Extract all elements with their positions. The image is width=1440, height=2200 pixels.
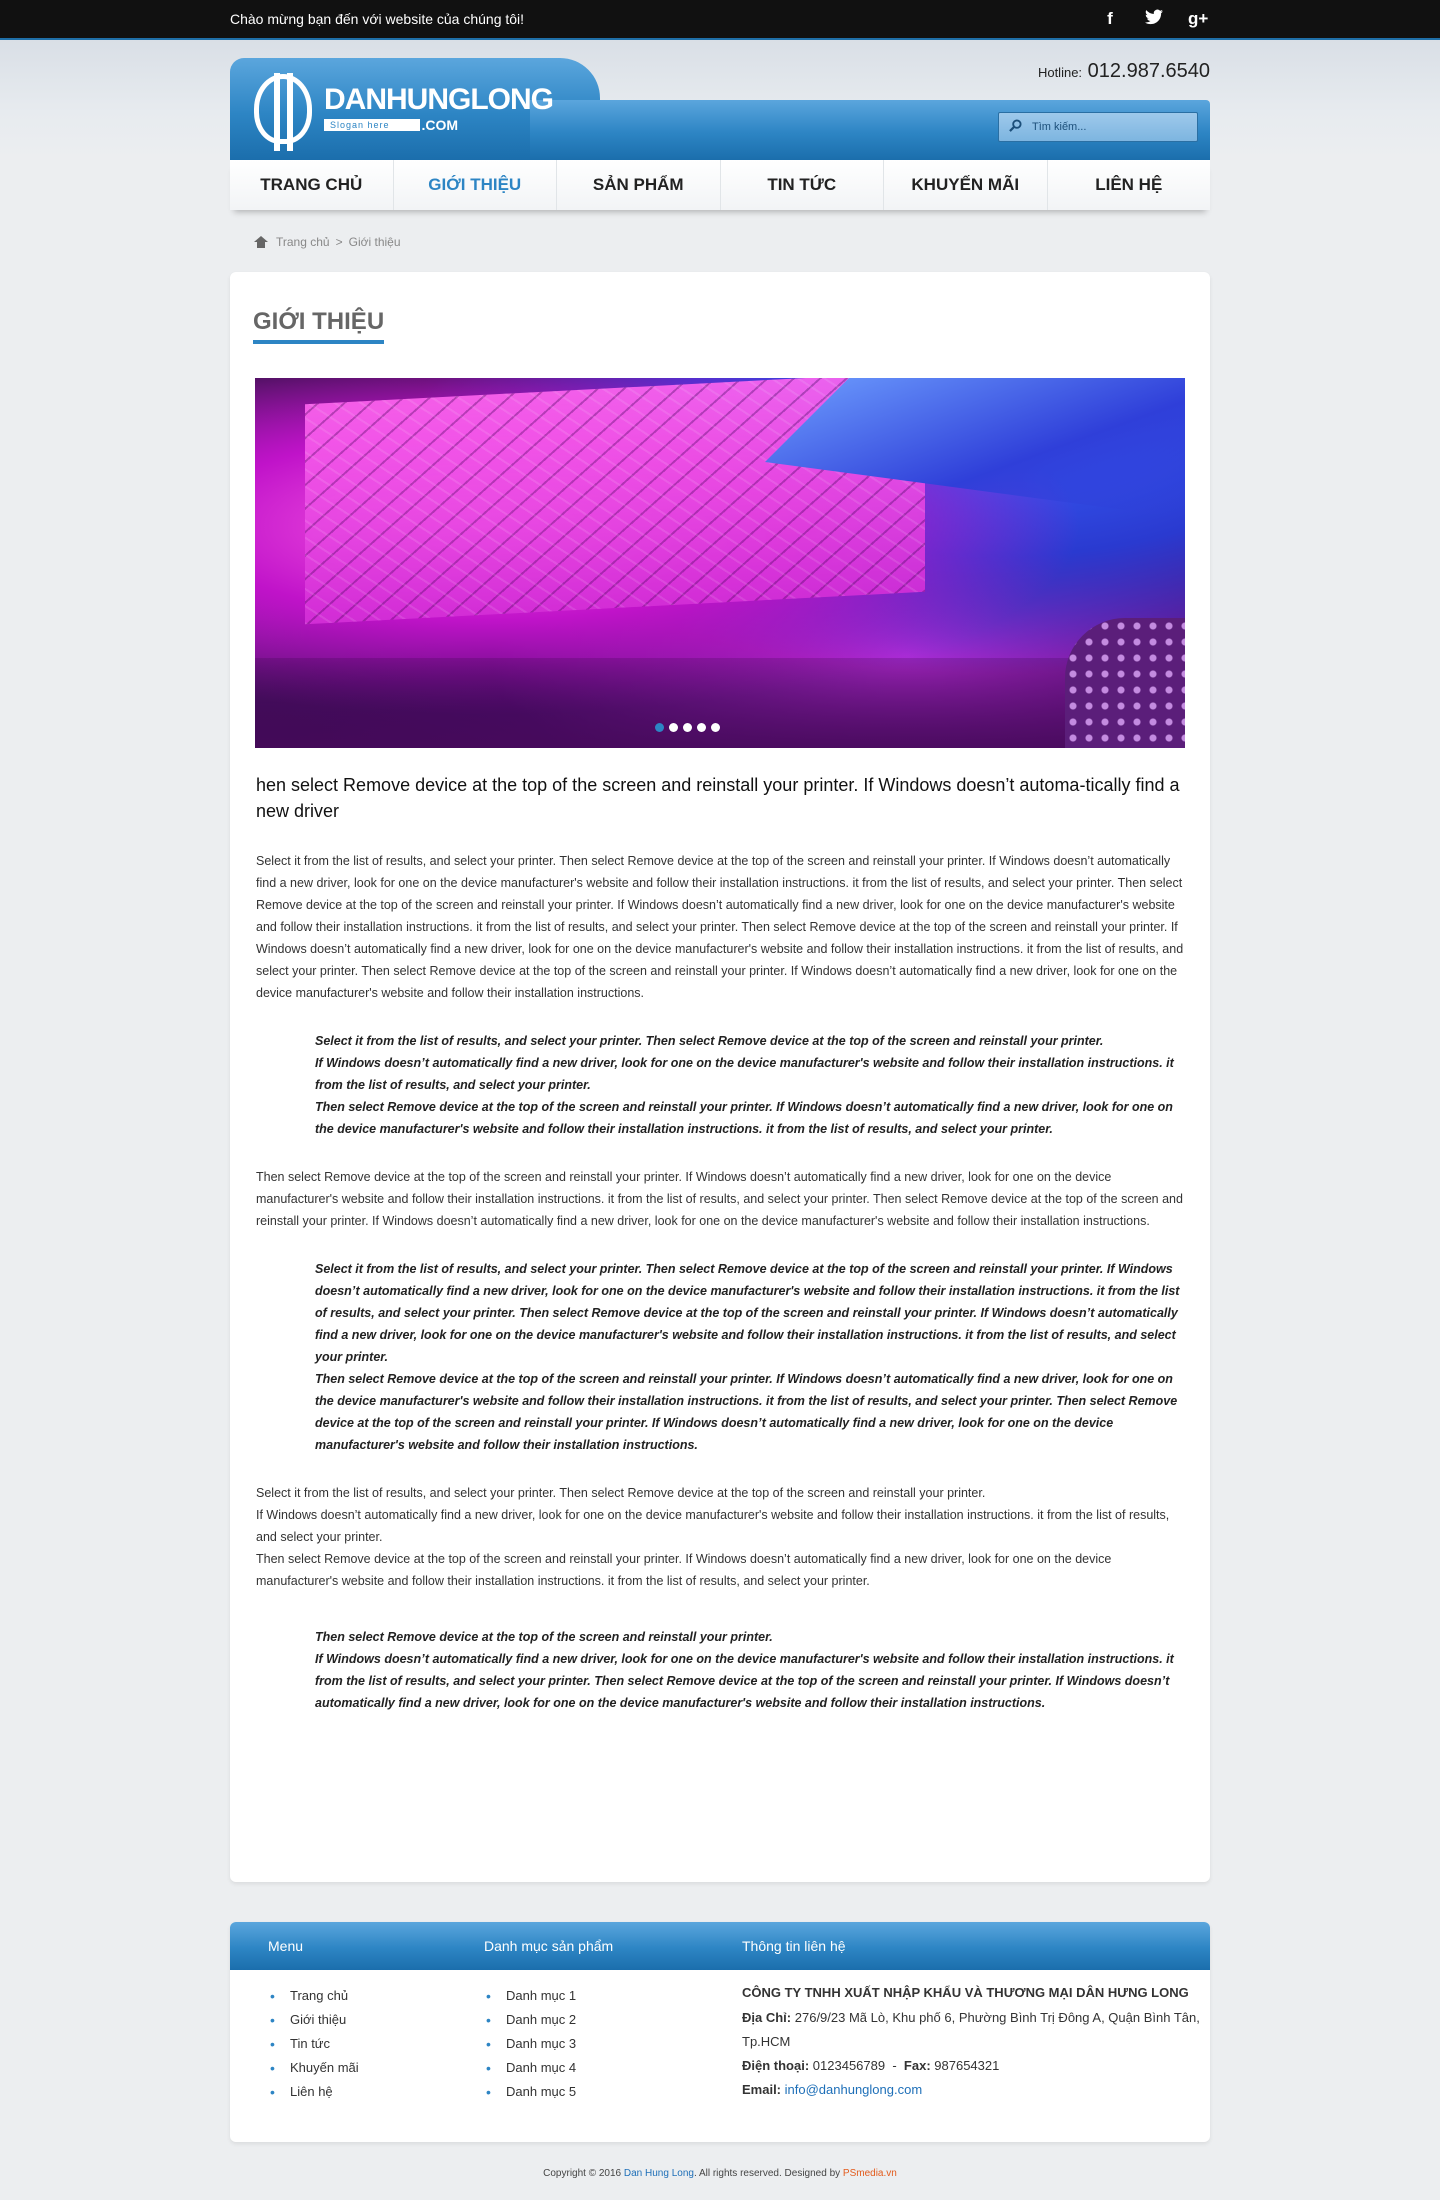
breadcrumb-home[interactable]: Trang chủ bbox=[276, 235, 330, 249]
nav-item-news[interactable]: TIN TỨC bbox=[721, 160, 884, 210]
google-plus-icon[interactable]: g+ bbox=[1188, 9, 1208, 30]
footer-category-item[interactable]: Danh mục 1 bbox=[484, 1984, 702, 2008]
hotline-number[interactable]: 012.987.6540 bbox=[1088, 60, 1210, 82]
blockquote-line: Then select Remove device at the top of … bbox=[315, 1630, 773, 1644]
footer-menu-item[interactable]: Khuyến mãi bbox=[268, 2056, 448, 2080]
social-links: f g+ bbox=[1100, 9, 1208, 30]
footer-menu-item[interactable]: Trang chủ bbox=[268, 1984, 448, 2008]
address-text: 276/9/23 Mã Lò, Khu phố 6, Phường Bình T… bbox=[742, 2010, 1200, 2049]
page-title: GIỚI THIỆU bbox=[253, 308, 385, 344]
main-content: GIỚI THIỆU hen select Remove device at t… bbox=[230, 272, 1210, 1882]
main-nav: TRANG CHỦ GIỚI THIỆU SẢN PHẨM TIN TỨC KH… bbox=[230, 160, 1210, 210]
footer-menu-item[interactable]: Liên hệ bbox=[268, 2080, 448, 2104]
email-line: Email: info@danhunglong.com bbox=[742, 2078, 1210, 2102]
blockquote: Then select Remove device at the top of … bbox=[315, 1626, 1185, 1714]
blockquote-line: If Windows doesn’t automatically find a … bbox=[315, 1652, 1174, 1710]
footer-menu-list: Trang chủ Giới thiệu Tin tức Khuyến mãi … bbox=[268, 1984, 448, 2104]
nav-item-contact[interactable]: LIÊN HỆ bbox=[1048, 160, 1211, 210]
footer-category-item[interactable]: Danh mục 2 bbox=[484, 2008, 702, 2032]
footer-contact-info: CÔNG TY TNHH XUẤT NHẬP KHẨU VÀ THƯƠNG MẠ… bbox=[702, 1984, 1210, 2104]
footer-category-list: Danh mục 1 Danh mục 2 Danh mục 3 Danh mụ… bbox=[484, 1984, 702, 2104]
paragraph: Select it from the list of results, and … bbox=[255, 850, 1185, 1004]
footer-heading-categories: Danh mục sản phẩm bbox=[484, 1938, 614, 1954]
phone-line: Điện thoại: 0123456789 - Fax: 987654321 bbox=[742, 2054, 1210, 2078]
email-link[interactable]: info@danhunglong.com bbox=[785, 2082, 923, 2097]
logo-mark-icon bbox=[254, 73, 312, 151]
image-slider[interactable] bbox=[255, 378, 1185, 748]
logo-slogan: Slogan here bbox=[324, 119, 420, 131]
site-footer: Menu Danh mục sản phẩm Thông tin liên hệ… bbox=[230, 1922, 1210, 2142]
slider-dot[interactable] bbox=[711, 723, 720, 732]
blockquote-line: If Windows doesn’t automatically find a … bbox=[315, 1056, 1174, 1092]
search-box bbox=[998, 112, 1198, 142]
blockquote: Select it from the list of results, and … bbox=[315, 1030, 1185, 1140]
phone-separator: - bbox=[892, 2058, 897, 2073]
blockquote-line: Select it from the list of results, and … bbox=[315, 1262, 1180, 1364]
hotline-label: Hotline: bbox=[1037, 65, 1083, 80]
phone-number: 0123456789 bbox=[812, 2058, 886, 2073]
email-label: Email: bbox=[742, 2082, 782, 2097]
welcome-text: Chào mừng bạn đến với website của chúng … bbox=[230, 11, 525, 27]
logo-name: DANHUNGLONG bbox=[324, 83, 554, 116]
paragraph-line: If Windows doesn’t automatically find a … bbox=[256, 1508, 1170, 1544]
footer-category-item[interactable]: Danh mục 5 bbox=[484, 2080, 702, 2104]
blockquote: Select it from the list of results, and … bbox=[315, 1258, 1185, 1456]
home-icon[interactable] bbox=[254, 236, 268, 248]
breadcrumb-current: Giới thiệu bbox=[348, 235, 401, 249]
fax-label: Fax: bbox=[903, 2058, 931, 2073]
address-label: Địa Chỉ: bbox=[742, 2010, 792, 2025]
footer-menu-item[interactable]: Giới thiệu bbox=[268, 2008, 448, 2032]
paragraph-text: Then select Remove device at the top of … bbox=[256, 1170, 1183, 1228]
top-bar: Chào mừng bạn đến với website của chúng … bbox=[0, 0, 1440, 40]
search-icon[interactable] bbox=[1009, 119, 1022, 135]
fax-number: 987654321 bbox=[934, 2058, 1000, 2073]
footer-menu-item[interactable]: Tin tức bbox=[268, 2032, 448, 2056]
nav-item-about[interactable]: GIỚI THIỆU bbox=[394, 160, 557, 210]
paragraph-line: Select it from the list of results, and … bbox=[256, 1486, 986, 1500]
paragraph: Then select Remove device at the top of … bbox=[255, 1166, 1185, 1232]
site-logo[interactable]: DANHUNGLONG Slogan here .COM bbox=[254, 73, 554, 151]
paragraph-line: Then select Remove device at the top of … bbox=[256, 1552, 1112, 1588]
nav-item-products[interactable]: SẢN PHẨM bbox=[557, 160, 721, 210]
blockquote-line: Select it from the list of results, and … bbox=[315, 1034, 1104, 1048]
footer-category-item[interactable]: Danh mục 4 bbox=[484, 2056, 702, 2080]
facebook-icon[interactable]: f bbox=[1100, 9, 1120, 30]
copyright-brand-link[interactable]: Dan Hung Long bbox=[624, 2168, 694, 2179]
footer-heading-menu: Menu bbox=[268, 1938, 304, 1954]
blockquote-line: Then select Remove device at the top of … bbox=[315, 1372, 1178, 1452]
logo-domain: .COM bbox=[421, 117, 459, 133]
designer-link[interactable]: PSmedia.vn bbox=[843, 2168, 897, 2179]
phone-label: Điện thoại: bbox=[742, 2058, 810, 2073]
footer-heading-contact: Thông tin liên hệ bbox=[742, 1938, 846, 1954]
blockquote-line: Then select Remove device at the top of … bbox=[315, 1100, 1173, 1136]
twitter-icon[interactable] bbox=[1144, 9, 1164, 30]
paragraph-text: Select it from the list of results, and … bbox=[256, 854, 1184, 1000]
company-name: CÔNG TY TNHH XUẤT NHẬP KHẨU VÀ THƯƠNG MẠ… bbox=[742, 1985, 1189, 2000]
paragraph: Select it from the list of results, and … bbox=[255, 1482, 1185, 1592]
footer-category-item[interactable]: Danh mục 3 bbox=[484, 2032, 702, 2056]
nav-item-home[interactable]: TRANG CHỦ bbox=[230, 160, 394, 210]
breadcrumb-separator: > bbox=[335, 235, 343, 249]
breadcrumb: Trang chủ > Giới thiệu bbox=[254, 234, 1210, 250]
slider-dot[interactable] bbox=[697, 723, 706, 732]
copyright: Copyright © 2016 Dan Hung Long. All righ… bbox=[230, 2168, 1210, 2179]
lead-text: hen select Remove device at the top of t… bbox=[256, 775, 1180, 821]
slider-dot[interactable] bbox=[669, 723, 678, 732]
copyright-prefix: Copyright © 2016 bbox=[543, 2168, 622, 2179]
address-line: Địa Chỉ: 276/9/23 Mã Lò, Khu phố 6, Phườ… bbox=[742, 2006, 1210, 2054]
copyright-middle: . All rights reserved. Designed by bbox=[693, 2168, 841, 2179]
search-input[interactable] bbox=[1032, 121, 1182, 133]
slider-dots bbox=[655, 723, 720, 732]
slider-dot[interactable] bbox=[683, 723, 692, 732]
hotline: Hotline: 012.987.6540 bbox=[1038, 60, 1210, 83]
slider-dot[interactable] bbox=[655, 723, 664, 732]
footer-header: Menu Danh mục sản phẩm Thông tin liên hệ bbox=[230, 1922, 1210, 1970]
nav-item-promotions[interactable]: KHUYẾN MÃI bbox=[884, 160, 1048, 210]
